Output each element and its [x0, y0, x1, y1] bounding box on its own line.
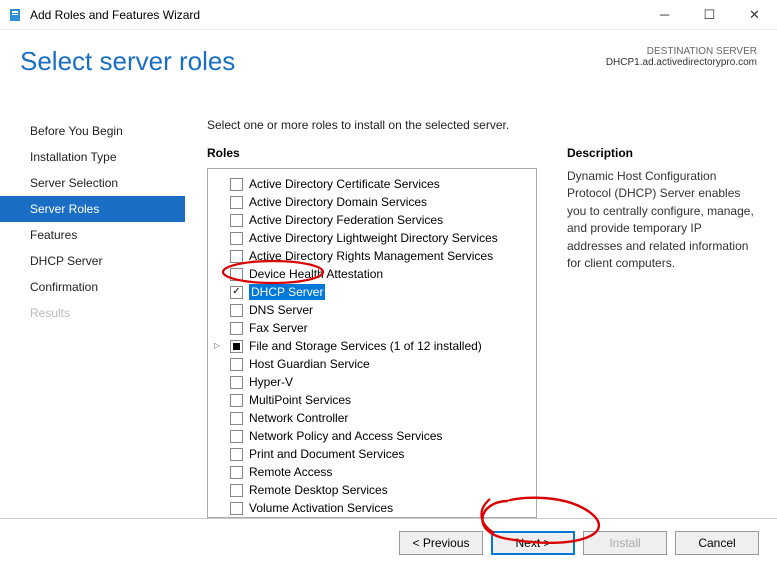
roles-listbox[interactable]: Active Directory Certificate Services Act… — [207, 168, 537, 518]
role-label: Remote Desktop Services — [249, 482, 388, 498]
description-text: Dynamic Host Configuration Protocol (DHC… — [567, 168, 759, 272]
role-row[interactable]: Volume Activation Services — [212, 499, 532, 517]
role-label: Hyper-V — [249, 374, 293, 390]
role-row[interactable]: MultiPoint Services — [212, 391, 532, 409]
description-label: Description — [567, 146, 759, 160]
role-row[interactable]: Print and Document Services — [212, 445, 532, 463]
role-label: Active Directory Lightweight Directory S… — [249, 230, 498, 246]
role-checkbox[interactable] — [230, 430, 243, 443]
role-row[interactable]: DHCP Server — [212, 283, 532, 301]
role-label: Network Controller — [249, 410, 348, 426]
close-button[interactable]: ✕ — [732, 1, 777, 29]
content-area: Select one or more roles to install on t… — [185, 30, 777, 518]
role-checkbox[interactable] — [230, 502, 243, 515]
role-label: Active Directory Certificate Services — [249, 176, 440, 192]
role-checkbox[interactable] — [230, 250, 243, 263]
role-row[interactable]: Network Policy and Access Services — [212, 427, 532, 445]
role-checkbox[interactable] — [230, 268, 243, 281]
role-row[interactable]: Remote Access — [212, 463, 532, 481]
role-checkbox[interactable] — [230, 178, 243, 191]
destination-server: DHCP1.ad.activedirectorypro.com — [606, 57, 757, 68]
role-label: Active Directory Federation Services — [249, 212, 443, 228]
role-row[interactable]: Remote Desktop Services — [212, 481, 532, 499]
next-button[interactable]: Next > — [491, 531, 575, 555]
role-label: Fax Server — [249, 320, 308, 336]
role-row[interactable]: Fax Server — [212, 319, 532, 337]
heading-area: Select server roles DESTINATION SERVER D… — [20, 46, 757, 77]
role-checkbox[interactable] — [230, 232, 243, 245]
sidebar-item[interactable]: Server Roles — [0, 196, 185, 222]
role-checkbox[interactable] — [230, 394, 243, 407]
role-label: File and Storage Services (1 of 12 insta… — [249, 338, 482, 354]
role-checkbox[interactable] — [230, 196, 243, 209]
install-button: Install — [583, 531, 667, 555]
sidebar-item[interactable]: Installation Type — [0, 144, 185, 170]
wizard-steps-sidebar: Before You BeginInstallation TypeServer … — [0, 30, 185, 518]
role-row[interactable]: File and Storage Services (1 of 12 insta… — [212, 337, 532, 355]
previous-button[interactable]: < Previous — [399, 531, 483, 555]
role-label: DNS Server — [249, 302, 313, 318]
sidebar-item[interactable]: Features — [0, 222, 185, 248]
sidebar-item[interactable]: Server Selection — [0, 170, 185, 196]
role-checkbox[interactable] — [230, 448, 243, 461]
role-row[interactable]: Host Guardian Service — [212, 355, 532, 373]
role-row[interactable]: Active Directory Lightweight Directory S… — [212, 229, 532, 247]
role-checkbox[interactable] — [230, 304, 243, 317]
instruction-text: Select one or more roles to install on t… — [207, 118, 759, 132]
destination-block: DESTINATION SERVER DHCP1.ad.activedirect… — [606, 46, 757, 68]
role-checkbox[interactable] — [230, 340, 243, 353]
maximize-button[interactable]: ☐ — [687, 1, 732, 29]
sidebar-item: Results — [0, 300, 185, 326]
role-label: Network Policy and Access Services — [249, 428, 442, 444]
role-checkbox[interactable] — [230, 412, 243, 425]
role-checkbox[interactable] — [230, 376, 243, 389]
role-label: Host Guardian Service — [249, 356, 370, 372]
roles-column: Roles Active Directory Certificate Servi… — [207, 146, 537, 518]
role-label: Print and Document Services — [249, 446, 404, 462]
role-label: Volume Activation Services — [249, 500, 393, 516]
wizard-icon — [8, 7, 24, 23]
role-row[interactable]: Network Controller — [212, 409, 532, 427]
main-area: Before You BeginInstallation TypeServer … — [0, 30, 777, 518]
role-checkbox[interactable] — [230, 214, 243, 227]
window-title: Add Roles and Features Wizard — [30, 8, 642, 22]
role-row[interactable]: Active Directory Domain Services — [212, 193, 532, 211]
minimize-button[interactable]: ─ — [642, 1, 687, 29]
sidebar-item[interactable]: Confirmation — [0, 274, 185, 300]
role-label: MultiPoint Services — [249, 392, 351, 408]
destination-label: DESTINATION SERVER — [606, 46, 757, 57]
cancel-button[interactable]: Cancel — [675, 531, 759, 555]
role-checkbox[interactable] — [230, 358, 243, 371]
role-row[interactable]: Hyper-V — [212, 373, 532, 391]
role-label: Active Directory Domain Services — [249, 194, 427, 210]
role-row[interactable]: DNS Server — [212, 301, 532, 319]
role-checkbox[interactable] — [230, 466, 243, 479]
role-label: Device Health Attestation — [249, 266, 383, 282]
sidebar-item[interactable]: Before You Begin — [0, 118, 185, 144]
role-row[interactable]: Active Directory Federation Services — [212, 211, 532, 229]
footer-buttons: < Previous Next > Install Cancel — [0, 518, 777, 566]
description-column: Description Dynamic Host Configuration P… — [567, 146, 759, 518]
roles-label: Roles — [207, 146, 537, 160]
role-checkbox[interactable] — [230, 322, 243, 335]
window-buttons: ─ ☐ ✕ — [642, 1, 777, 29]
role-checkbox[interactable] — [230, 484, 243, 497]
role-checkbox[interactable] — [230, 286, 243, 299]
role-row[interactable]: Active Directory Certificate Services — [212, 175, 532, 193]
sidebar-item[interactable]: DHCP Server — [0, 248, 185, 274]
titlebar: Add Roles and Features Wizard ─ ☐ ✕ — [0, 0, 777, 30]
role-row[interactable]: Active Directory Rights Management Servi… — [212, 247, 532, 265]
role-label: DHCP Server — [249, 284, 325, 300]
role-label: Active Directory Rights Management Servi… — [249, 248, 493, 264]
role-row[interactable]: Device Health Attestation — [212, 265, 532, 283]
page-title: Select server roles — [20, 46, 235, 77]
columns: Roles Active Directory Certificate Servi… — [207, 146, 759, 518]
role-label: Remote Access — [249, 464, 332, 480]
